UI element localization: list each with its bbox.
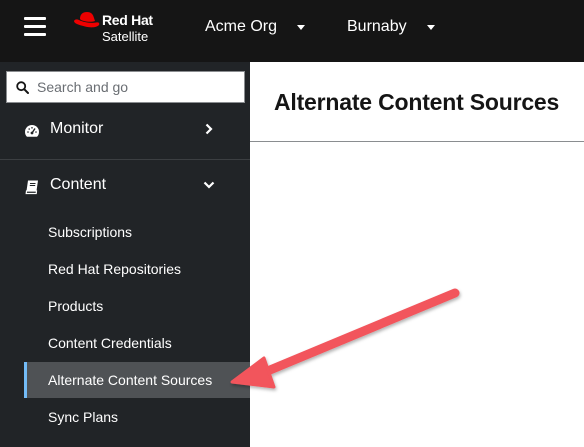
page-title: Alternate Content Sources (274, 89, 560, 115)
sidebar-nav: Monitor Content Subscriptions Red Hat Re… (0, 62, 250, 447)
sidebar-item-subscriptions[interactable]: Subscriptions (0, 214, 250, 250)
sidebar-item-red-hat-repositories[interactable]: Red Hat Repositories (0, 251, 250, 287)
search-icon (16, 81, 29, 94)
hamburger-menu-icon[interactable] (24, 17, 46, 37)
main-content: Alternate Content Sources (250, 62, 584, 447)
sidebar-item-label: Products (48, 298, 104, 314)
sidebar-item-content-credentials[interactable]: Content Credentials (0, 325, 250, 361)
chevron-right-icon (205, 123, 213, 135)
tachometer-icon (25, 125, 39, 137)
location-dropdown[interactable]: Burnaby (347, 16, 435, 38)
chevron-down-icon (203, 181, 215, 189)
masthead: Red Hat Satellite Acme Org Burnaby (0, 0, 584, 62)
sidebar-item-label: Content Credentials (48, 335, 172, 351)
sidebar-item-content[interactable]: Content (0, 160, 250, 214)
sidebar-item-sync-plans[interactable]: Sync Plans (0, 399, 250, 435)
sidebar-item-monitor[interactable]: Monitor (0, 104, 250, 158)
brand-logo[interactable]: Red Hat Satellite (72, 10, 172, 44)
caret-down-icon (426, 24, 435, 30)
sidebar-item-label: Red Hat Repositories (48, 261, 182, 277)
search-input[interactable] (37, 72, 241, 102)
page-header: Alternate Content Sources (250, 62, 584, 142)
organization-label: Acme Org (205, 18, 278, 35)
sidebar-item-label: Sync Plans (48, 409, 119, 425)
sidebar-item-label: Content (50, 176, 107, 193)
caret-down-icon (297, 24, 306, 30)
brand-name: Red Hat (102, 12, 153, 28)
sidebar-item-label: Subscriptions (48, 224, 133, 240)
location-label: Burnaby (347, 18, 407, 35)
sidebar-item-label: Monitor (50, 120, 104, 137)
red-hat-icon (74, 12, 100, 28)
sidebar-item-products[interactable]: Products (0, 288, 250, 324)
search-box[interactable] (6, 71, 245, 103)
organization-dropdown[interactable]: Acme Org (205, 16, 306, 38)
book-icon (25, 180, 38, 195)
sidebar-item-label: Alternate Content Sources (48, 372, 213, 388)
brand-product: Satellite (102, 29, 149, 44)
sidebar-item-alternate-content-sources[interactable]: Alternate Content Sources (24, 362, 250, 398)
